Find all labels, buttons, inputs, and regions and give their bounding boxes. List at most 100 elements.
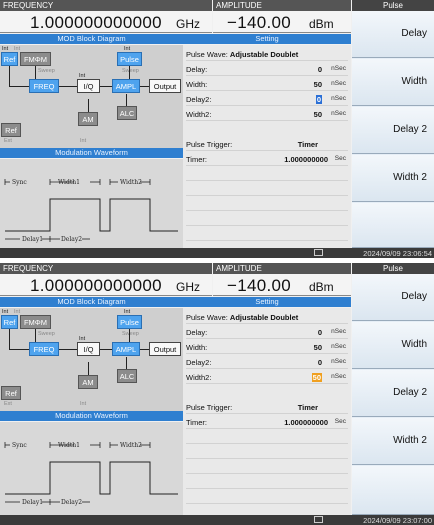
- amplitude-display[interactable]: −140.00 dBm: [213, 274, 351, 296]
- ref-ext-block[interactable]: Ref: [1, 386, 21, 400]
- sync-label: Sync: [12, 179, 27, 186]
- pulse-wave-row[interactable]: Pulse Wave: Adjustable Doublet: [186, 47, 348, 61]
- setting-title: Setting: [183, 297, 351, 307]
- amplitude-value: −140.00: [227, 13, 292, 32]
- sync-label: Sync: [12, 442, 27, 449]
- am-block[interactable]: AM: [78, 112, 98, 126]
- pulse-block[interactable]: Pulse: [117, 52, 142, 66]
- status-bar: 2024/09/09 23:07:00: [0, 515, 434, 525]
- frequency-value: 1.000000000000: [30, 276, 162, 295]
- width2-label: Width2: [120, 442, 142, 449]
- modulation-waveform: Sync Width1 Width2 Delay1 Delay2: [0, 422, 183, 515]
- delay2-row[interactable]: Delay2: 0 nSec: [186, 92, 348, 106]
- pulse-block[interactable]: Pulse: [117, 315, 142, 329]
- width2-value-editing[interactable]: 50: [311, 373, 322, 382]
- width-row[interactable]: Width: 50 nSec: [186, 340, 348, 354]
- delay-row[interactable]: Delay: 0 nSec: [186, 62, 348, 76]
- frequency-unit: GHz: [176, 280, 200, 294]
- delay2-label: Delay2: [61, 499, 82, 506]
- width2-row[interactable]: Width2: 50 nSec: [186, 370, 348, 384]
- softkey-panel: Delay Width Delay 2 Width 2: [352, 274, 434, 515]
- instrument-screen-1: FREQUENCY AMPLITUDE Pulse 1.000000000000…: [0, 0, 434, 258]
- output-block[interactable]: Output: [149, 79, 181, 93]
- amplitude-header: AMPLITUDE: [213, 263, 351, 274]
- delay1-label: Delay1: [22, 236, 43, 243]
- softkey-blank[interactable]: [352, 203, 434, 248]
- network-icon: [314, 516, 323, 523]
- ampl-block[interactable]: AMPL: [112, 79, 140, 93]
- pulse-trigger-row[interactable]: Pulse Trigger: Timer: [186, 400, 348, 414]
- fm-pm-block[interactable]: FMΦM: [20, 52, 51, 66]
- freq-block[interactable]: FREQ: [29, 79, 59, 93]
- instrument-screen-2: FREQUENCY AMPLITUDE Pulse 1.000000000000…: [0, 263, 434, 525]
- ref-ext-block[interactable]: Ref: [1, 123, 21, 137]
- output-block[interactable]: Output: [149, 342, 181, 356]
- timer-row[interactable]: Timer: 1.000000000 Sec: [186, 152, 348, 166]
- amplitude-header: AMPLITUDE: [213, 0, 351, 11]
- am-block[interactable]: AM: [78, 375, 98, 389]
- softkey-width-2[interactable]: Width 2: [352, 418, 434, 465]
- timer-value: 1.000000000: [284, 418, 328, 427]
- width2-row[interactable]: Width2: 50 nSec: [186, 107, 348, 121]
- softkey-width[interactable]: Width: [352, 322, 434, 369]
- iq-block[interactable]: I/Q: [77, 79, 100, 93]
- softkey-blank[interactable]: [352, 466, 434, 515]
- freq-block[interactable]: FREQ: [29, 342, 59, 356]
- timestamp: 2024/09/09 23:06:54: [363, 249, 432, 258]
- frequency-display[interactable]: 1.000000000000 GHz: [0, 11, 212, 33]
- delay-value: 0: [317, 65, 322, 74]
- iq-block[interactable]: I/Q: [77, 342, 100, 356]
- softkey-width[interactable]: Width: [352, 59, 434, 106]
- alc-block[interactable]: ALC: [117, 369, 137, 383]
- delay2-row[interactable]: Delay2: 0 nSec: [186, 355, 348, 369]
- delay-value: 0: [317, 328, 322, 337]
- width-value: 50: [313, 80, 322, 89]
- waveform-title: Modulation Waveform: [0, 148, 183, 158]
- width1-label: Width1: [58, 442, 80, 449]
- width1-label: Width1: [58, 179, 80, 186]
- diagram-title: MOD Block Diagram: [0, 34, 183, 44]
- frequency-display[interactable]: 1.000000000000 GHz: [0, 274, 212, 296]
- width2-value: 50: [313, 110, 322, 119]
- amplitude-unit: dBm: [309, 17, 334, 31]
- ref-block[interactable]: Ref: [1, 315, 18, 329]
- delay-row[interactable]: Delay: 0 nSec: [186, 325, 348, 339]
- menu-title: Pulse: [352, 0, 434, 11]
- fm-pm-block[interactable]: FMΦM: [20, 315, 51, 329]
- pulse-trigger-value: Timer: [297, 140, 318, 149]
- width2-label: Width2: [120, 179, 142, 186]
- softkey-width-2[interactable]: Width 2: [352, 155, 434, 202]
- width-row[interactable]: Width: 50 nSec: [186, 77, 348, 91]
- timestamp: 2024/09/09 23:07:00: [363, 516, 432, 525]
- mod-block-diagram: Int Int Int Ref FMΦM Pulse Sweep Int Swe…: [0, 45, 183, 148]
- pulse-trigger-value: Timer: [297, 403, 318, 412]
- ampl-block[interactable]: AMPL: [112, 342, 140, 356]
- timer-row[interactable]: Timer: 1.000000000 Sec: [186, 415, 348, 429]
- waveform-plot: Sync Width1 Width2 Delay1 Delay2: [4, 179, 178, 243]
- delay2-value-editing[interactable]: 0: [315, 95, 322, 104]
- menu-title: Pulse: [352, 263, 434, 274]
- amplitude-display[interactable]: −140.00 dBm: [213, 11, 351, 33]
- diagram-title: MOD Block Diagram: [0, 297, 183, 307]
- softkey-delay[interactable]: Delay: [352, 274, 434, 321]
- setting-panel: Pulse Wave: Adjustable Doublet Delay: 0 …: [183, 308, 351, 515]
- waveform-title: Modulation Waveform: [0, 411, 183, 421]
- pulse-wave-row[interactable]: Pulse Wave: Adjustable Doublet: [186, 310, 348, 324]
- softkey-delay-2[interactable]: Delay 2: [352, 370, 434, 417]
- frequency-header: FREQUENCY: [0, 0, 212, 11]
- frequency-header: FREQUENCY: [0, 263, 212, 274]
- modulation-waveform: Sync Width1 Width2 Delay1 Delay2: [0, 159, 183, 248]
- softkey-panel: Delay Width Delay 2 Width 2: [352, 11, 434, 248]
- status-bar: 2024/09/09 23:06:54: [0, 248, 434, 258]
- pulse-wave-value: Adjustable Doublet: [229, 50, 299, 59]
- amplitude-unit: dBm: [309, 280, 334, 294]
- waveform-plot: Sync Width1 Width2 Delay1 Delay2: [4, 442, 178, 506]
- ref-block[interactable]: Ref: [1, 52, 18, 66]
- pulse-trigger-row[interactable]: Pulse Trigger: Timer: [186, 137, 348, 151]
- mod-block-diagram: Int Int Int Ref FMΦM Pulse Sweep Int Swe…: [0, 308, 183, 411]
- delay2-label: Delay2: [61, 236, 82, 243]
- alc-block[interactable]: ALC: [117, 106, 137, 120]
- softkey-delay-2[interactable]: Delay 2: [352, 107, 434, 154]
- softkey-delay[interactable]: Delay: [352, 11, 434, 58]
- pulse-wave-value: Adjustable Doublet: [229, 313, 299, 322]
